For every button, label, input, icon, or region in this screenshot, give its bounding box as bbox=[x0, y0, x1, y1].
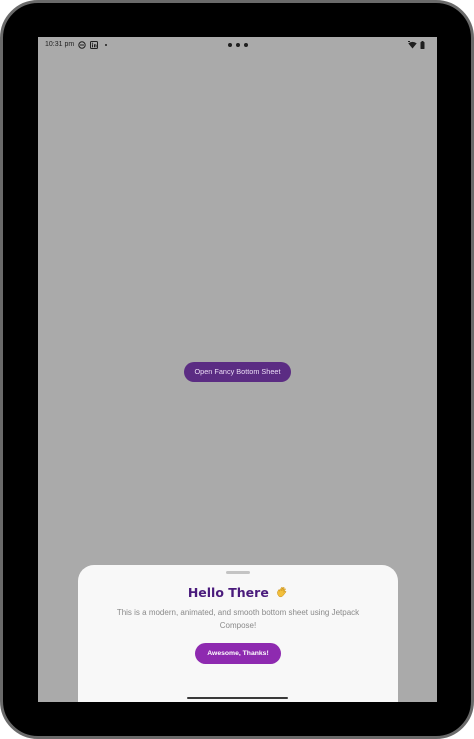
home-indicator[interactable] bbox=[187, 697, 288, 699]
sheet-description: This is a modern, animated, and smooth b… bbox=[116, 608, 360, 630]
sheet-title: Hello There bbox=[187, 585, 269, 600]
open-bottom-sheet-button[interactable]: Open Fancy Bottom Sheet bbox=[184, 362, 291, 382]
do-not-disturb-icon bbox=[78, 41, 86, 49]
status-bar: 10:31 pm bbox=[38, 37, 437, 53]
dot-icon bbox=[244, 43, 248, 47]
awesome-thanks-button[interactable]: Awesome, Thanks! bbox=[195, 643, 281, 664]
waving-hand-icon bbox=[277, 587, 287, 598]
dot-icon bbox=[228, 43, 232, 47]
dot-icon bbox=[236, 43, 240, 47]
screen: 10:31 pm Open Fancy Bottom Sheet Hello T… bbox=[38, 37, 437, 702]
bottom-sheet: Hello There This is a modern, animated, … bbox=[78, 565, 398, 702]
wifi-icon bbox=[408, 41, 417, 49]
drag-handle[interactable] bbox=[226, 571, 250, 574]
sheet-title-row: Hello There bbox=[78, 585, 398, 601]
tablet-frame: 10:31 pm Open Fancy Bottom Sheet Hello T… bbox=[0, 0, 474, 739]
multitasking-indicator[interactable] bbox=[228, 43, 248, 47]
linkedin-icon bbox=[90, 41, 98, 49]
status-time: 10:31 pm bbox=[45, 41, 75, 48]
battery-icon bbox=[420, 41, 425, 49]
notification-dot-icon bbox=[104, 41, 108, 49]
